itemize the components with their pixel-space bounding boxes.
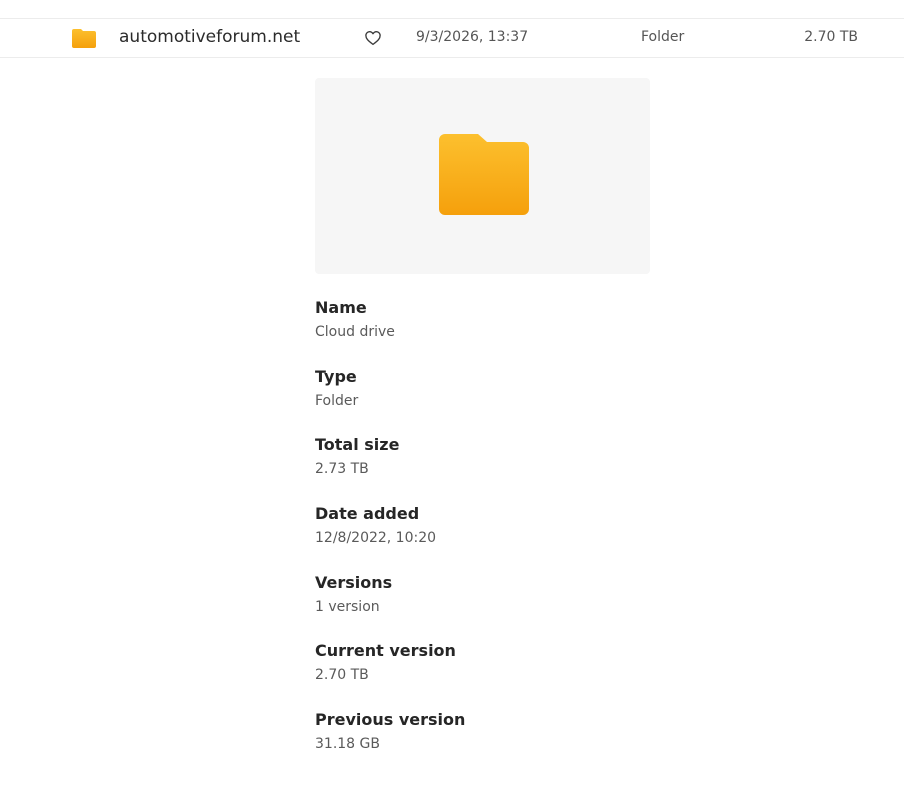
detail-name: Name Cloud drive: [315, 297, 715, 366]
file-row[interactable]: automotiveforum.net 9/3/2026, 13:37 Fold…: [0, 18, 904, 58]
detail-value: 2.73 TB: [315, 461, 369, 478]
detail-label: Type: [315, 366, 357, 386]
detail-type: Type Folder: [315, 366, 715, 435]
detail-date-added: Date added 12/8/2022, 10:20: [315, 503, 715, 572]
file-size: 2.70 TB: [804, 29, 858, 45]
detail-value: Folder: [315, 392, 359, 409]
detail-label: Previous version: [315, 710, 466, 730]
detail-label: Date added: [315, 504, 420, 524]
detail-label: Versions: [315, 572, 393, 592]
detail-value: 12/8/2022, 10:20: [315, 530, 437, 547]
detail-label: Current version: [315, 641, 456, 661]
file-date: 9/3/2026, 13:37: [416, 29, 529, 45]
detail-value: 1 version: [315, 598, 380, 615]
heart-icon[interactable]: [364, 29, 382, 47]
detail-label: Name: [315, 298, 367, 317]
file-type: Folder: [641, 29, 685, 45]
details-list: Name Cloud drive Type Folder Total size …: [315, 297, 715, 778]
detail-value: 2.70 TB: [315, 667, 369, 684]
folder-icon: [72, 29, 96, 48]
file-name[interactable]: automotiveforum.net: [119, 27, 300, 47]
detail-value: Cloud drive: [315, 324, 395, 340]
detail-current-version: Current version 2.70 TB: [315, 640, 715, 709]
detail-versions: Versions 1 version: [315, 572, 715, 641]
detail-previous-version: Previous version 31.18 GB: [315, 709, 715, 778]
detail-value: 31.18 GB: [315, 736, 380, 753]
preview-panel: [315, 78, 650, 274]
detail-total-size: Total size 2.73 TB: [315, 434, 715, 503]
file-details-page: automotiveforum.net 9/3/2026, 13:37 Fold…: [0, 0, 904, 802]
folder-icon: [439, 134, 529, 215]
detail-label: Total size: [315, 435, 400, 455]
